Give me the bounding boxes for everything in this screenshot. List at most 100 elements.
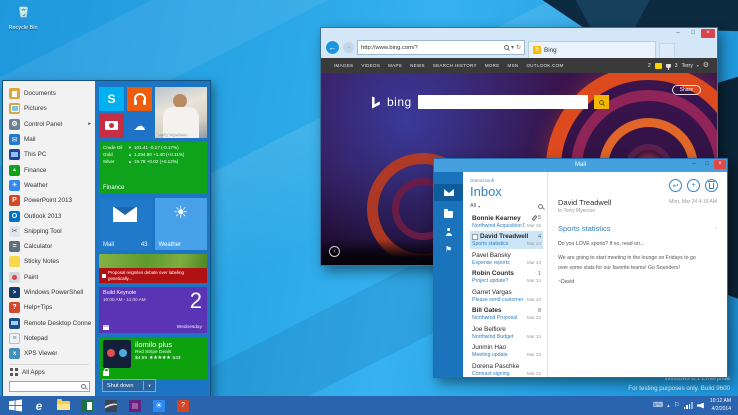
tile-weather[interactable]: ☀ Weather [155,198,208,250]
taskbar-help-tips[interactable]: ? [171,396,195,415]
bing-nav-item[interactable]: VIDEOS [361,63,380,68]
start-menu-item-outlook[interactable]: Outlook 2013 [9,208,91,223]
start-menu-item-powerpoint[interactable]: PowerPoint 2013 [9,193,91,208]
messages-icon[interactable] [655,63,662,69]
action-center-flag-icon[interactable]: ⚐ [674,402,680,409]
minimize-button[interactable]: – [688,160,700,169]
all-apps-button[interactable]: All Apps [3,367,95,377]
refresh-icon[interactable]: ↻ [516,44,521,51]
chevron-down-icon[interactable]: ▾ [511,44,514,51]
start-menu-item-paint[interactable]: Paint [9,270,91,285]
list-item[interactable]: Garret VargasPlease send customer infoMa… [470,286,543,305]
sidebar-item-inbox[interactable] [434,184,463,201]
start-menu-item-notepad[interactable]: Notepad [9,331,91,346]
minimize-button[interactable]: – [671,29,685,38]
new-tab-button[interactable] [659,43,675,58]
bing-nav-item[interactable]: NEWS [410,63,425,68]
address-bar[interactable]: http://www.bing.com/? ▾ ↻ [357,40,525,55]
start-menu-item-control-panel[interactable]: Control Panel▸ [9,117,91,132]
start-menu-item-remote-desktop[interactable]: Remote Desktop Connection [9,315,91,330]
maximize-button[interactable]: □ [686,29,700,38]
bing-nav-item[interactable]: IMAGES [334,63,353,68]
list-item[interactable]: Bonnie Kearney5Northwind Acquisition Det… [470,212,543,231]
taskbar-internet-explorer[interactable]: e [27,396,51,415]
tile-mail[interactable]: Mail 43 [99,198,152,250]
respond-button[interactable]: ↩ [669,179,682,192]
forward-button[interactable]: → [343,42,354,53]
bing-nav-item[interactable]: OUTLOOK.COM [526,63,563,68]
taskbar-pinned-app[interactable] [99,396,123,415]
carousel-previous-button[interactable]: ‹ [329,246,340,257]
folders-icon[interactable] [444,211,453,218]
tile-news[interactable]: Proposal reignites debate over labeling … [99,254,207,283]
start-menu-item-mail[interactable]: Mail [9,132,91,147]
chevron-right-icon[interactable]: › [715,226,717,232]
close-button[interactable]: × [701,29,715,38]
start-menu-item-snipping-tool[interactable]: Snipping Tool [9,224,91,239]
list-item[interactable]: Bill Gates8Northwind ProposalMar 24 [470,305,543,324]
maximize-button[interactable]: □ [701,160,713,169]
touch-keyboard-icon[interactable]: ⌨ [653,402,663,409]
flag-icon[interactable]: ⚑ [445,246,452,254]
bing-nav-item[interactable]: MSN [508,63,519,68]
show-hidden-icons[interactable]: ▴ [667,403,670,409]
start-menu-item-weather[interactable]: Weather [9,178,91,193]
rewards-icon[interactable] [666,64,671,68]
search-icon[interactable] [504,45,509,50]
user-menu[interactable]: Terry [682,63,693,69]
list-item[interactable]: Robin Counts1Project update?Mar 24 [470,268,543,287]
shutdown-button[interactable]: Shut down ▾ [102,379,156,392]
bing-search-button[interactable] [594,95,609,109]
list-item[interactable]: Junmin HaoMeeting updateMar 23 [470,342,543,361]
volume-icon[interactable] [697,403,704,409]
list-item[interactable]: Dorena PaschkeContract signingMar 23 [470,360,543,377]
start-search-box[interactable] [9,381,90,392]
list-item[interactable]: Pavel BanskyExpense reportsMar 24 [470,249,543,268]
start-menu-item-pictures[interactable]: Pictures [9,101,91,116]
taskbar-file-explorer[interactable] [51,396,75,415]
list-item[interactable]: Joe BelfioreNorthwind BudgetMar 24 [470,323,543,342]
gear-icon[interactable]: ⚙ [703,62,709,69]
start-menu-item-help-tips[interactable]: Help+Tips [9,300,91,315]
chevron-down-icon[interactable]: ▾ [144,383,155,389]
message-subject: Please send customer info [472,297,525,303]
tile-finance[interactable]: Crude Oil▼101.41 -0.17 (-0.17%)Gold▲1,29… [99,142,207,194]
message-checkbox[interactable] [472,234,478,240]
recycle-bin[interactable]: Recycle Bin [5,4,41,31]
browser-tab[interactable]: b Bing [528,41,656,58]
bing-nav-item[interactable]: MORE [485,63,500,68]
list-item[interactable]: David Treadwell4Sports statisticsMar 24 [470,231,543,250]
bing-nav-item[interactable]: MAPS [388,63,402,68]
delete-button[interactable] [705,179,718,192]
search-icon[interactable] [538,204,543,209]
network-icon[interactable] [684,402,693,409]
start-menu-item-documents[interactable]: Documents [9,86,91,101]
start-menu-item-this-pc[interactable]: This PC [9,147,91,162]
start-button[interactable] [3,396,27,415]
taskbar-weather[interactable]: ☀ [147,396,171,415]
bing-search-input[interactable] [418,95,588,109]
contacts-icon[interactable] [445,228,453,236]
start-search-input[interactable] [13,384,79,390]
taskbar-pinned-app-purple[interactable] [123,396,147,415]
tile-onedrive[interactable]: ☁ [127,114,152,138]
bing-nav-item[interactable]: SEARCH HISTORY [433,63,477,68]
tray-clock[interactable]: 10:12 AM 4/2/2014 [710,398,731,413]
tile-photos[interactable]: Terry Myerson [155,87,207,138]
new-message-button[interactable]: + [687,179,700,192]
start-menu-item-calculator[interactable]: Calculator [9,239,91,254]
start-menu-item-finance[interactable]: Finance [9,162,91,177]
tile-calendar[interactable]: Build Keynote 10:00 AM - 11:00 AM 2 Wedn… [99,287,207,333]
filter-label[interactable]: All [470,203,476,209]
tile-store[interactable]: ilomilo plus Red Stripe Deals $4.99 ★★★★… [99,337,207,379]
share-button[interactable]: Share [672,85,701,95]
start-menu-item-sticky-notes[interactable]: Sticky Notes [9,254,91,269]
start-menu-item-xps-viewer[interactable]: XPS Viewer [9,346,91,361]
tile-skype[interactable]: S [99,87,124,111]
back-button[interactable]: ← [325,40,340,55]
taskbar-excel[interactable] [75,396,99,415]
close-button[interactable]: × [714,160,726,169]
tile-music[interactable] [127,87,152,111]
start-menu-item-powershell[interactable]: Windows PowerShell [9,285,91,300]
tile-camera[interactable] [99,114,124,138]
